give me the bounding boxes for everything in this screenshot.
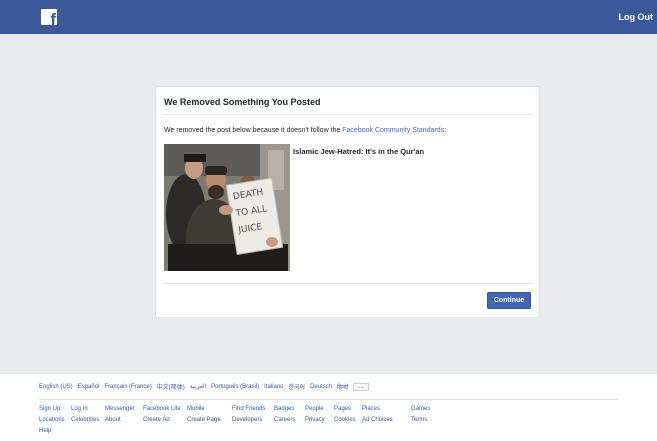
community-standards-link[interactable]: Facebook Community Standards bbox=[342, 127, 444, 134]
dialog-message: We removed the post below because it doe… bbox=[164, 127, 446, 134]
page-footer: English (US) Español Français (France) 中… bbox=[0, 374, 657, 441]
log-out-button[interactable]: Log Out bbox=[619, 12, 654, 22]
footer-link-cookies[interactable]: Cookies bbox=[334, 417, 356, 423]
language-link[interactable]: Português (Brasil) bbox=[211, 384, 259, 390]
language-link[interactable]: Français (France) bbox=[104, 384, 151, 390]
footer-link-celebrities[interactable]: Celebrities bbox=[71, 417, 99, 423]
footer-link-messenger[interactable]: Messenger bbox=[105, 406, 135, 412]
footer-link-find-friends[interactable]: Find Friends bbox=[232, 406, 265, 412]
footer-divider bbox=[39, 399, 618, 400]
footer-link-people[interactable]: People bbox=[305, 406, 324, 412]
language-link[interactable]: 中文(简体) bbox=[157, 382, 185, 391]
dialog-message-text: We removed the post below because it doe… bbox=[164, 127, 343, 134]
continue-button[interactable]: Continue bbox=[487, 292, 531, 309]
language-link[interactable]: Deutsch bbox=[310, 384, 332, 390]
logo-letter: f bbox=[50, 10, 56, 25]
language-link[interactable]: 한국어 bbox=[289, 382, 306, 391]
footer-link-locations[interactable]: Locations bbox=[39, 417, 65, 423]
footer-link-developers[interactable]: Developers bbox=[232, 417, 262, 423]
footer-link-badges[interactable]: Badges bbox=[274, 406, 294, 412]
post-photo-illustration: DEATH TO ALL JUICE bbox=[164, 144, 290, 271]
post-title: Islamic Jew-Hatred: It's in the Qur'an bbox=[293, 147, 425, 156]
footer-link-careers[interactable]: Careers bbox=[274, 417, 295, 423]
footer-link-mobile[interactable]: Mobile bbox=[187, 406, 205, 412]
language-link[interactable]: हिन्दी bbox=[337, 383, 348, 391]
footer-link-terms[interactable]: Terms bbox=[411, 417, 427, 423]
footer-link-help[interactable]: Help bbox=[39, 428, 51, 434]
language-link[interactable]: Italiano bbox=[264, 384, 283, 390]
footer-link-facebook-lite[interactable]: Facebook Lite bbox=[143, 406, 181, 412]
dialog-header-divider bbox=[162, 114, 533, 115]
footer-link-about[interactable]: About bbox=[105, 417, 121, 423]
language-selector: English (US) Español Français (France) 中… bbox=[39, 382, 370, 391]
language-link[interactable]: العربية bbox=[190, 383, 206, 390]
top-navigation-bar: f Log Out bbox=[0, 0, 657, 34]
footer-link-log-in[interactable]: Log In bbox=[71, 406, 88, 412]
dialog-message-end: : bbox=[444, 127, 447, 134]
footer-link-create-page[interactable]: Create Page bbox=[187, 417, 221, 423]
footer-link-sign-up[interactable]: Sign Up bbox=[39, 406, 60, 412]
facebook-logo-icon[interactable]: f bbox=[41, 9, 57, 25]
post-photo: DEATH TO ALL JUICE bbox=[164, 144, 290, 271]
language-link[interactable]: Español bbox=[78, 384, 100, 390]
footer-link-pages[interactable]: Pages bbox=[334, 406, 351, 412]
footer-link-create-ad[interactable]: Create Ad bbox=[143, 417, 170, 423]
removed-post-dialog: We Removed Something You Posted We remov… bbox=[155, 86, 540, 318]
footer-link-ad-choices[interactable]: Ad Choices bbox=[362, 417, 393, 423]
more-languages-button[interactable]: ... bbox=[353, 382, 370, 391]
footer-link-privacy[interactable]: Privacy bbox=[305, 417, 325, 423]
footer-link-places[interactable]: Places bbox=[362, 406, 380, 412]
dialog-title: We Removed Something You Posted bbox=[164, 97, 321, 107]
footer-link-games[interactable]: Games bbox=[411, 406, 430, 412]
dialog-footer-divider bbox=[162, 283, 533, 284]
language-link[interactable]: English (US) bbox=[39, 384, 73, 390]
